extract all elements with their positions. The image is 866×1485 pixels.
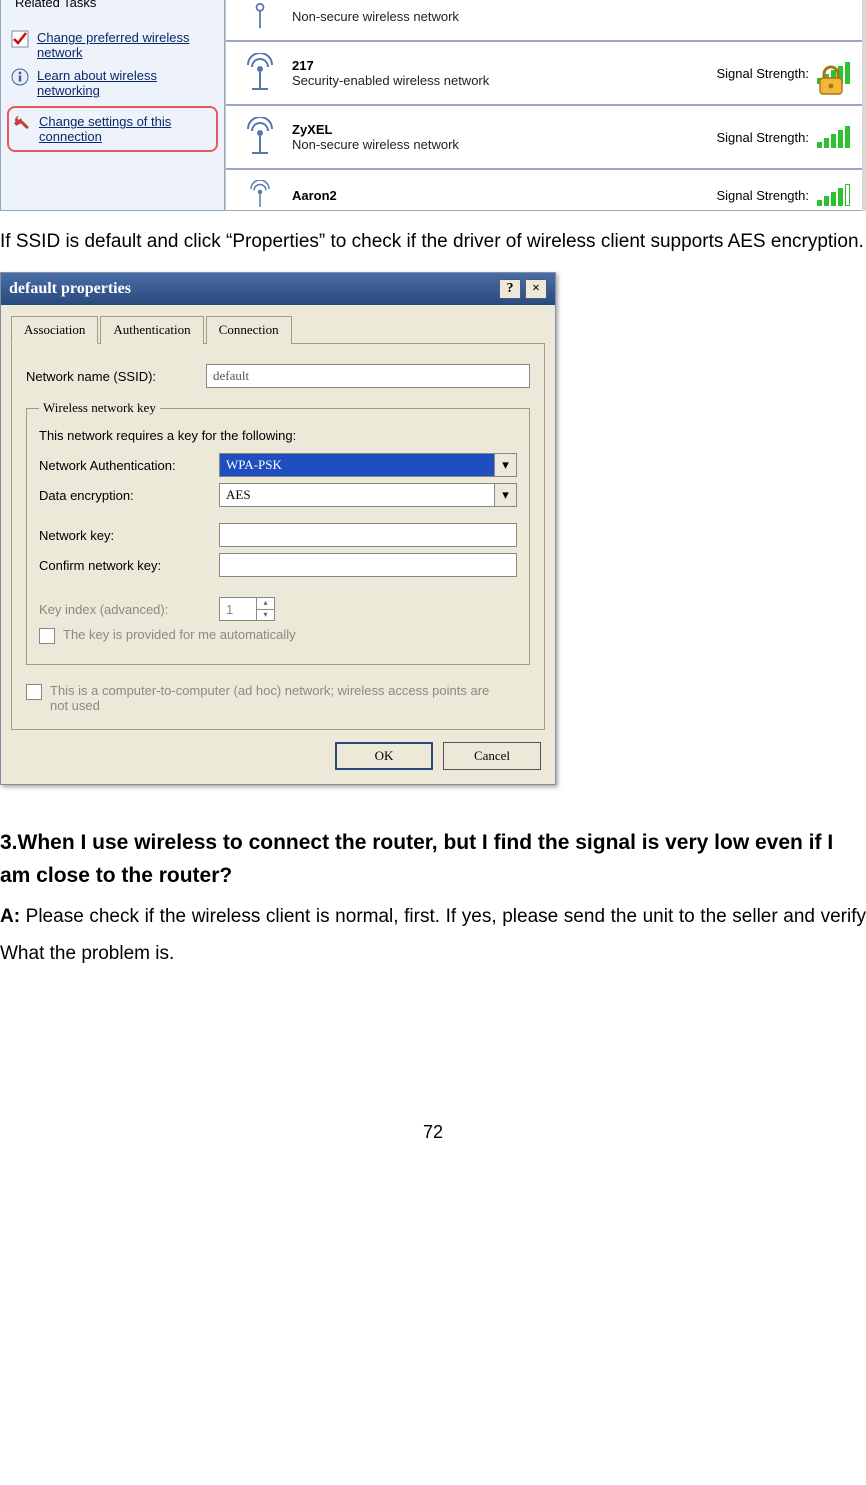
data-encryption-label: Data encryption:: [39, 488, 219, 503]
dialog-tabs: Association Authentication Connection: [1, 305, 555, 343]
ssid-label: Network name (SSID):: [26, 369, 206, 384]
network-name: ZyXEL: [292, 122, 716, 137]
dropdown-arrow-icon[interactable]: ▾: [495, 453, 517, 477]
tab-connection[interactable]: Connection: [206, 316, 292, 344]
network-key-label: Network key:: [39, 528, 219, 543]
network-name: Aaron2: [292, 188, 716, 203]
signal-bars-icon: [817, 126, 850, 148]
related-tasks-panel: Related Tasks Change preferred wireless …: [0, 0, 225, 211]
data-encryption-select[interactable]: [219, 483, 495, 507]
signal-strength-label: Signal Strength:: [716, 130, 809, 145]
key-index-label: Key index (advanced):: [39, 602, 219, 617]
key-index-spinner: 1 ▴▾: [219, 597, 275, 621]
network-desc: Non-secure wireless network: [292, 9, 850, 24]
sidebar-item-label: Change settings of this connection: [39, 114, 212, 144]
wireless-key-legend: Wireless network key: [39, 400, 160, 416]
network-row[interactable]: ZyXEL Non-secure wireless network Signal…: [226, 105, 862, 169]
network-row[interactable]: 217 Security-enabled wireless network Si…: [226, 41, 862, 105]
network-row[interactable]: Aaron2 Signal Strength:: [226, 169, 862, 211]
lock-icon: [814, 64, 848, 98]
checkbox-icon: [11, 30, 29, 48]
sidebar-item-label: Change preferred wireless network: [37, 30, 214, 60]
sidebar-item-change-preferred[interactable]: Change preferred wireless network: [11, 30, 214, 60]
confirm-key-label: Confirm network key:: [39, 558, 219, 573]
net-auth-label: Network Authentication:: [39, 458, 219, 473]
wrench-icon: [13, 114, 31, 132]
sidebar-item-label: Learn about wireless networking: [37, 68, 214, 98]
confirm-key-input[interactable]: [219, 553, 517, 577]
sidebar-item-change-settings[interactable]: Change settings of this connection: [13, 114, 212, 144]
network-key-input[interactable]: [219, 523, 517, 547]
faq-question: 3.When I use wireless to connect the rou…: [0, 827, 866, 892]
cancel-button[interactable]: Cancel: [443, 742, 541, 770]
ok-button[interactable]: OK: [335, 742, 433, 770]
antenna-icon: [238, 2, 282, 30]
wireless-key-fieldset: Wireless network key This network requir…: [26, 400, 530, 665]
network-desc: Non-secure wireless network: [292, 137, 716, 152]
signal-strength-label: Signal Strength:: [716, 188, 809, 203]
auto-key-checkbox: [39, 628, 55, 644]
ssid-input[interactable]: [206, 364, 530, 388]
network-row[interactable]: Non-secure wireless network: [226, 0, 862, 41]
tab-authentication[interactable]: Authentication: [100, 316, 203, 344]
auto-key-label: The key is provided for me automatically: [63, 627, 296, 642]
net-auth-select[interactable]: [219, 453, 495, 477]
antenna-icon: [238, 53, 282, 93]
help-button[interactable]: ?: [499, 279, 521, 299]
faq-answer: A: Please check if the wireless client i…: [0, 898, 866, 972]
explanatory-paragraph: If SSID is default and click “Properties…: [0, 223, 866, 260]
info-icon: [11, 68, 29, 86]
antenna-icon: [238, 117, 282, 157]
wireless-network-list: Non-secure wireless network 217 Security…: [225, 0, 862, 211]
related-tasks-header: Related Tasks: [11, 0, 100, 10]
properties-dialog: default properties ? × Association Authe…: [0, 272, 556, 785]
dialog-titlebar: default properties ? ×: [1, 273, 555, 305]
key-index-value: 1: [226, 602, 233, 617]
antenna-icon: [238, 180, 282, 210]
wireless-key-intro: This network requires a key for the foll…: [39, 428, 517, 443]
network-desc: Security-enabled wireless network: [292, 73, 716, 88]
page-number: 72: [0, 1122, 866, 1143]
signal-strength-label: Signal Strength:: [716, 66, 809, 81]
network-name: 217: [292, 58, 716, 73]
adhoc-label: This is a computer-to-computer (ad hoc) …: [50, 683, 490, 713]
dialog-title-text: default properties: [9, 280, 131, 298]
signal-bars-icon: [817, 184, 850, 206]
tab-association[interactable]: Association: [11, 316, 98, 344]
adhoc-checkbox: [26, 684, 42, 700]
sidebar-item-highlight: Change settings of this connection: [7, 106, 218, 152]
sidebar-item-learn-wireless[interactable]: Learn about wireless networking: [11, 68, 214, 98]
dialog-body: Network name (SSID): Wireless network ke…: [11, 343, 545, 730]
close-button[interactable]: ×: [525, 279, 547, 299]
dropdown-arrow-icon[interactable]: ▾: [495, 483, 517, 507]
